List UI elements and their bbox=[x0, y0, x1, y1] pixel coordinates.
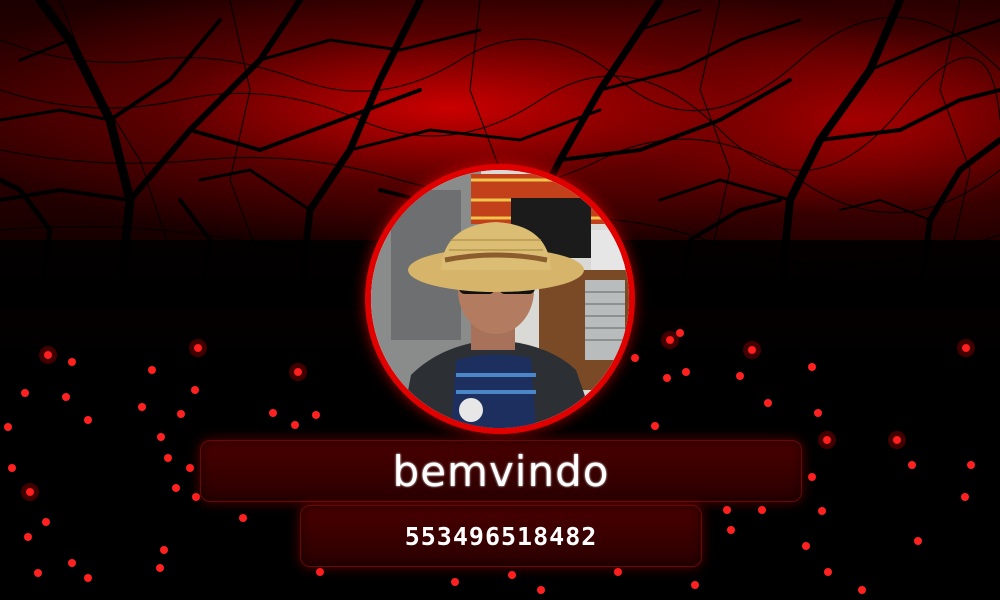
phone-banner: 553496518482 bbox=[300, 505, 702, 567]
welcome-label: bemvindo bbox=[392, 446, 610, 496]
welcome-banner: bemvindo bbox=[200, 440, 802, 502]
avatar[interactable] bbox=[371, 170, 629, 428]
phone-number: 553496518482 bbox=[404, 521, 598, 551]
profile-photo-icon bbox=[371, 170, 629, 428]
avatar-ring bbox=[365, 164, 635, 434]
